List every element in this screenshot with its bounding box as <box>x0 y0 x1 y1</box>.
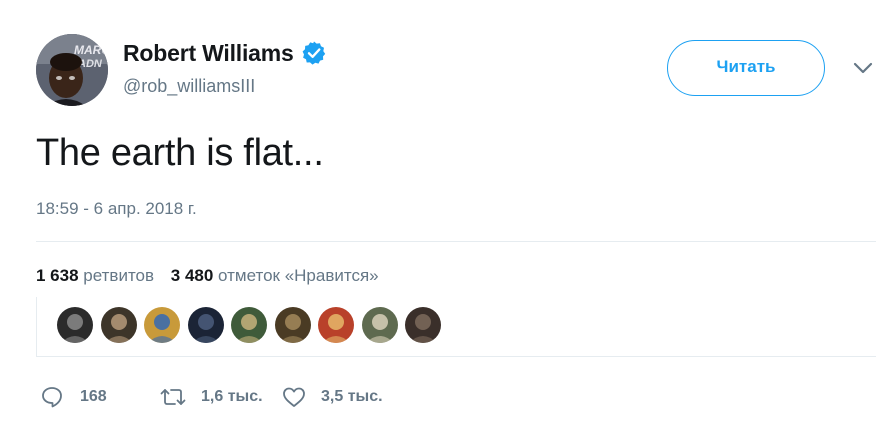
likes-label: отметок «Нравится» <box>218 266 379 285</box>
retweet-arrows-icon <box>159 385 187 409</box>
liker-avatar[interactable] <box>100 307 137 343</box>
likers-list <box>36 297 876 357</box>
likes-stat[interactable]: 3 480 отметок «Нравится» <box>171 266 379 285</box>
liker-avatar[interactable] <box>187 307 224 343</box>
liker-photo <box>231 307 267 343</box>
reply-button[interactable]: 168 <box>40 383 107 411</box>
liker-avatar[interactable] <box>361 307 398 343</box>
liker-avatar[interactable] <box>57 307 93 343</box>
liker-photo <box>318 307 354 343</box>
avatar-photo: MARC ADN <box>36 34 108 106</box>
author-name-row: Robert Williams <box>123 38 327 68</box>
retweet-count: 1,6 тыс. <box>201 388 263 405</box>
liker-avatar[interactable] <box>405 307 441 343</box>
liker-photo <box>187 307 224 343</box>
tweet-card: MARC ADN Robert Williams @rob_williamsII… <box>0 0 881 425</box>
heart-outline-icon <box>281 385 307 409</box>
liker-photo <box>405 307 441 343</box>
speech-bubble-icon <box>40 385 64 409</box>
divider <box>36 241 876 242</box>
author-avatar[interactable]: MARC ADN <box>36 34 108 106</box>
verified-badge-icon <box>301 40 327 66</box>
liker-photo <box>274 307 311 343</box>
likes-count: 3 480 <box>170 266 214 285</box>
liker-photo <box>361 307 398 343</box>
liker-avatar[interactable] <box>274 307 311 343</box>
tweet-stats: 1 638 ретвитов 3 480 отметок «Нравится» <box>36 265 389 287</box>
tweet-actions: 168 1,6 тыс. 3,5 тыс. <box>36 383 456 411</box>
retweet-button[interactable]: 1,6 тыс. <box>159 383 263 411</box>
avatar-backdrop-line-1: MARC <box>74 43 108 57</box>
author-display-name[interactable]: Robert Williams <box>123 38 294 68</box>
tweet-text: The earth is flat... <box>36 132 324 174</box>
follow-button[interactable]: Читать <box>667 40 825 96</box>
like-count: 3,5 тыс. <box>321 388 383 405</box>
liker-avatar[interactable] <box>144 307 180 343</box>
liker-photo <box>144 307 180 343</box>
retweets-stat[interactable]: 1 638 ретвитов <box>36 266 154 285</box>
liker-photo <box>100 307 137 343</box>
tweet-timestamp[interactable]: 18:59 - 6 апр. 2018 г. <box>36 198 197 220</box>
liker-avatar[interactable] <box>231 307 267 343</box>
chevron-down-icon[interactable] <box>852 60 874 76</box>
retweets-label: ретвитов <box>83 266 155 285</box>
like-button[interactable]: 3,5 тыс. <box>281 383 383 411</box>
reply-count: 168 <box>80 388 107 405</box>
liker-avatar[interactable] <box>318 307 354 343</box>
liker-photo <box>57 307 93 343</box>
author-info: Robert Williams @rob_williamsIII <box>123 38 327 97</box>
retweets-count: 1 638 <box>36 266 79 285</box>
author-handle[interactable]: @rob_williamsIII <box>123 75 327 97</box>
